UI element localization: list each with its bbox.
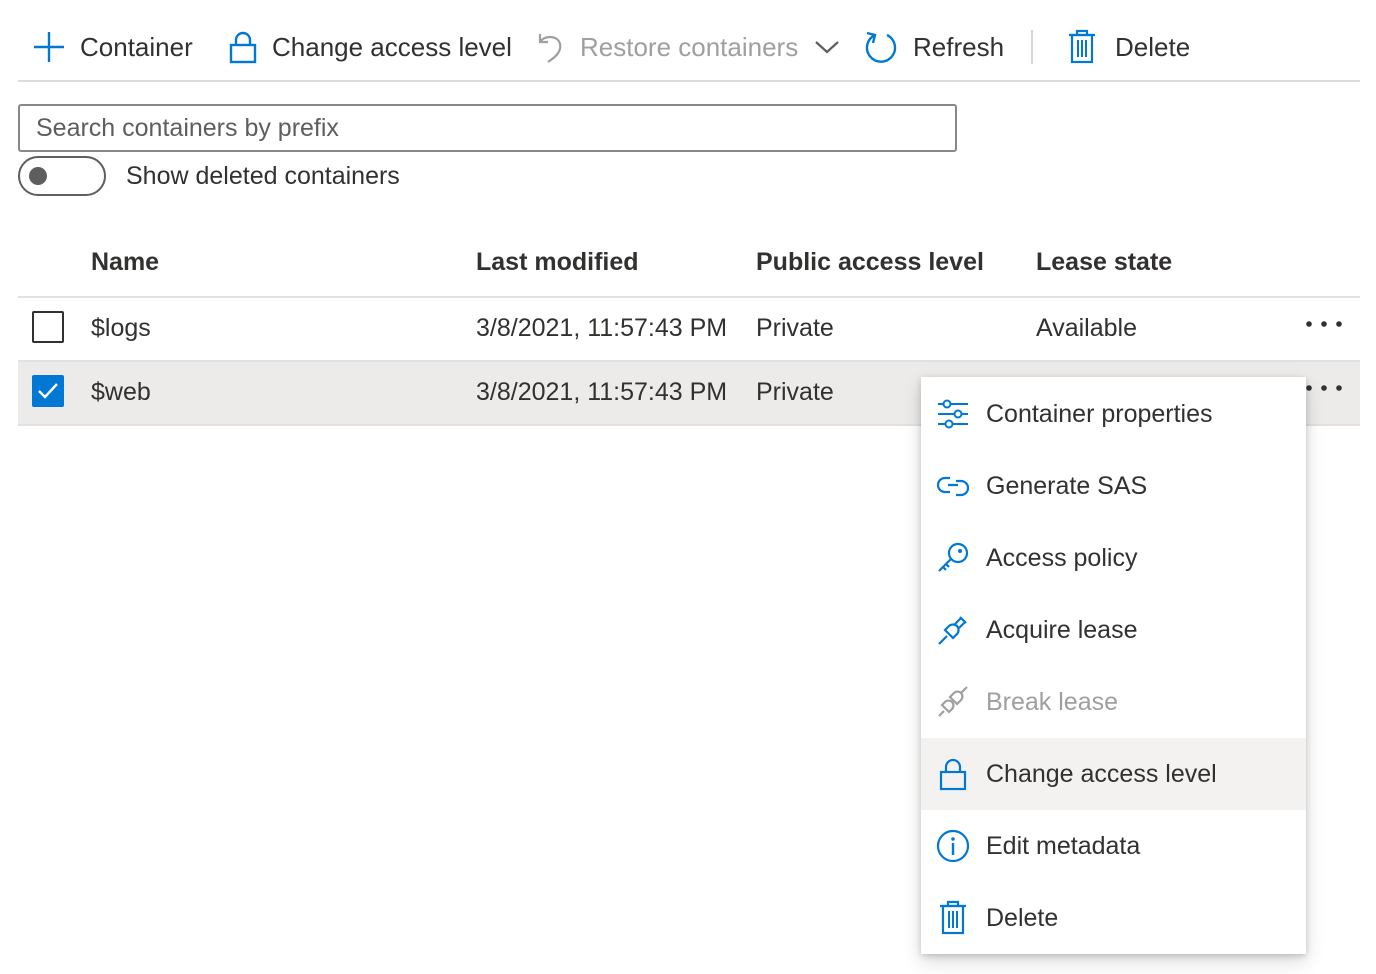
more-icon [1306,385,1342,391]
trash-icon [1067,29,1097,65]
row-checkbox[interactable] [32,311,64,343]
restore-containers-button[interactable]: Restore containers [534,22,840,72]
more-actions-button[interactable] [1302,376,1346,406]
menu-item-edit-metadata[interactable]: Edit metadata [921,810,1306,882]
container-name[interactable]: $web [91,378,151,407]
change-access-level-button[interactable]: Change access level [228,22,512,72]
trash-icon [936,900,970,935]
menu-item-container-properties[interactable]: Container properties [921,378,1306,450]
lock-icon [936,757,970,791]
menu-item-label: Access policy [986,543,1138,572]
menu-item-access-policy[interactable]: Access policy [921,522,1306,594]
toolbar-divider [1031,30,1033,64]
plus-icon [32,30,66,64]
add-container-button[interactable]: Container [32,22,193,72]
menu-item-label: Break lease [986,687,1119,716]
container-name[interactable]: $logs [91,314,151,343]
undo-icon [534,30,566,64]
restore-containers-label: Restore containers [580,31,799,62]
column-header-public-access[interactable]: Public access level [756,248,984,277]
refresh-icon [863,29,899,65]
info-icon [936,829,970,863]
access-level-cell: Private [756,314,834,342]
checkmark-icon [38,383,58,399]
menu-item-delete[interactable]: Delete [921,882,1306,954]
menu-item-label: Change access level [986,759,1217,788]
delete-button[interactable]: Delete [1067,22,1190,72]
lease-state-cell: Available [1036,314,1138,342]
show-deleted-toggle-row: Show deleted containers [18,156,400,196]
last-modified-cell: 3/8/2021, 11:57:43 PM [476,378,728,406]
column-header-last-modified[interactable]: Last modified [476,248,639,277]
row-checkbox[interactable] [32,375,64,407]
context-menu: Container properties Generate SAS Access… [921,377,1306,954]
sliders-icon [936,397,970,431]
change-access-level-label: Change access level [272,31,512,62]
menu-item-label: Container properties [986,399,1213,428]
delete-label: Delete [1115,31,1191,62]
menu-item-change-access-level[interactable]: Change access level [921,738,1306,810]
more-actions-button[interactable] [1302,312,1346,342]
menu-item-generate-sas[interactable]: Generate SAS [921,450,1306,522]
plug-icon [936,613,970,647]
toggle-knob [29,167,47,185]
access-level-cell: Private [756,378,834,406]
chevron-down-icon [814,39,840,55]
menu-item-label: Acquire lease [986,615,1138,644]
column-header-lease-state[interactable]: Lease state [1036,248,1172,277]
last-modified-cell: 3/8/2021, 11:57:43 PM [476,314,728,342]
plug-disconnect-icon [936,685,970,719]
refresh-label: Refresh [913,31,1005,62]
add-container-label: Container [80,31,193,62]
search-input[interactable] [18,104,957,152]
table-header: Name Last modified Public access level L… [18,232,1360,298]
menu-item-acquire-lease[interactable]: Acquire lease [921,594,1306,666]
menu-item-label: Edit metadata [986,831,1141,860]
menu-item-break-lease[interactable]: Break lease [921,666,1306,738]
column-header-name[interactable]: Name [91,248,159,277]
key-icon [936,541,970,575]
menu-item-label: Delete [986,903,1059,932]
table-row[interactable]: $logs 3/8/2021, 11:57:43 PM Private Avai… [18,298,1360,362]
command-bar: Container Change access level Restore co… [18,0,1360,82]
show-deleted-toggle[interactable] [18,156,106,196]
refresh-button[interactable]: Refresh [863,22,1004,72]
more-icon [1306,321,1342,327]
menu-item-label: Generate SAS [986,471,1148,500]
link-icon [936,469,970,503]
show-deleted-label: Show deleted containers [126,161,400,190]
lock-icon [228,30,258,64]
